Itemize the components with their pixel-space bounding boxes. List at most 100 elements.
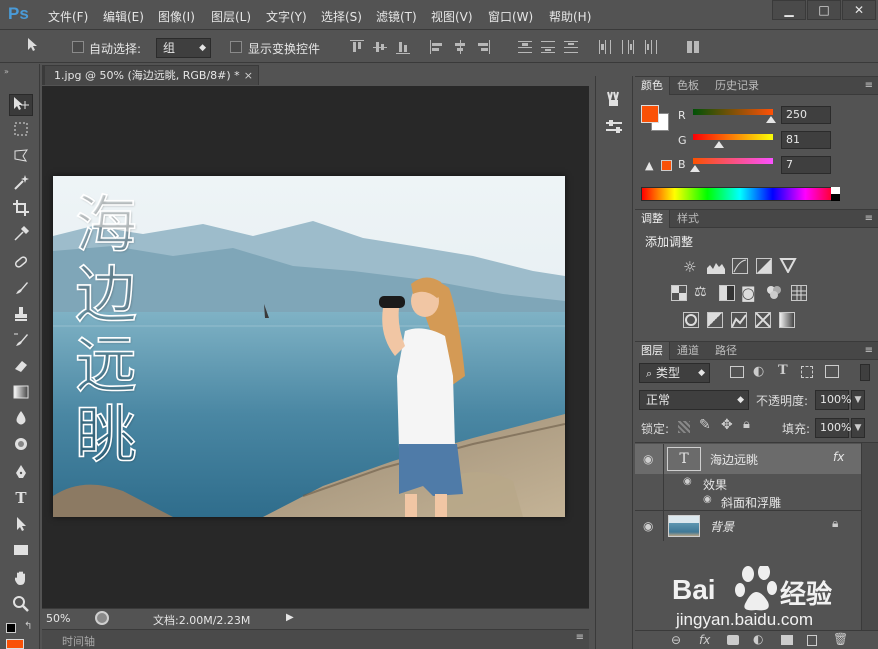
spectrum-black-chip[interactable] [831, 194, 840, 201]
threshold-icon[interactable] [731, 312, 747, 328]
align-right-icon[interactable] [476, 40, 490, 54]
timeline-tab[interactable]: 时间轴 [62, 633, 95, 649]
foreground-color-swatch[interactable] [6, 639, 24, 649]
levels-icon[interactable] [707, 260, 725, 277]
history-panel-icon[interactable] [604, 90, 624, 111]
rectangle-tool-icon[interactable] [9, 541, 33, 563]
channel-b-slider[interactable] [693, 158, 773, 164]
blur-tool-icon[interactable] [9, 409, 33, 431]
distribute-right-icon[interactable] [644, 40, 658, 54]
channel-r-thumb[interactable] [766, 116, 777, 123]
layers-panel-menu-icon[interactable]: ≡ [865, 345, 873, 356]
crop-tool-icon[interactable] [9, 199, 33, 221]
status-menu-arrow-icon[interactable]: ▶ [286, 612, 294, 623]
hand-tool-icon[interactable] [9, 569, 33, 591]
visibility-eye-icon[interactable]: ◉ [643, 452, 653, 466]
vibrance-icon[interactable] [779, 257, 797, 276]
fill-input[interactable]: 100% [815, 418, 851, 438]
bevel-eye-icon[interactable]: ◉ [703, 494, 712, 505]
layer-name-background[interactable]: 背景 [710, 518, 734, 535]
marquee-tool-icon[interactable] [9, 121, 33, 143]
distribute-left-icon[interactable] [598, 40, 612, 54]
filter-adjustment-icon[interactable]: ◐ [753, 364, 764, 379]
menu-type[interactable]: 文字(Y) [266, 8, 307, 25]
channel-g-thumb[interactable] [713, 141, 724, 148]
photo-filter-icon[interactable]: ◙ [741, 284, 756, 302]
close-window-button[interactable]: ✕ [842, 0, 876, 20]
tab-swatches[interactable]: 色板 [671, 77, 705, 95]
channel-b-thumb[interactable] [690, 165, 701, 172]
document-tab[interactable]: 1.jpg @ 50% (海边远眺, RGB/8#) * × [44, 65, 259, 85]
align-left-icon[interactable] [430, 40, 444, 54]
tab-paths[interactable]: 路径 [709, 342, 743, 360]
tab-history[interactable]: 历史记录 [709, 77, 765, 95]
channel-b-value[interactable]: 7 [781, 156, 831, 174]
new-group-icon[interactable] [781, 635, 793, 645]
layer-effect-bevel-row[interactable]: ◉ 斜面和浮雕 [635, 492, 861, 510]
collapse-icon[interactable]: » [4, 67, 9, 76]
adjustments-panel-menu-icon[interactable]: ≡ [865, 213, 873, 224]
align-top-icon[interactable] [350, 40, 364, 54]
auto-select-dropdown[interactable]: 组 ◆ [156, 38, 211, 58]
auto-align-icon[interactable] [686, 40, 700, 54]
distribute-top-icon[interactable] [518, 40, 532, 54]
layer-row-background[interactable]: ◉ 背景 🔒︎ [635, 511, 861, 541]
exposure-icon[interactable] [756, 258, 772, 274]
auto-select-checkbox[interactable] [72, 41, 84, 53]
zoom-level[interactable]: 50% [46, 612, 70, 625]
brush-tool-icon[interactable] [9, 279, 33, 301]
black-white-icon[interactable] [719, 285, 735, 301]
color-panel-menu-icon[interactable]: ≡ [865, 80, 873, 91]
menu-select[interactable]: 选择(S) [321, 8, 362, 25]
tab-adjustments[interactable]: 调整 [635, 210, 670, 228]
dodge-tool-icon[interactable] [9, 435, 33, 457]
posterize-icon[interactable] [707, 312, 723, 328]
layer-row-text[interactable]: ◉ T 海边远眺 fx [635, 444, 861, 474]
layer-effects-row[interactable]: ◉ 效果 [635, 474, 861, 510]
filter-type-icon[interactable]: T [778, 363, 788, 378]
distribute-vcenter-icon[interactable] [541, 40, 555, 54]
maximize-button[interactable]: □ [807, 0, 841, 20]
fill-slider-toggle[interactable]: ▼ [851, 418, 865, 438]
channel-g-value[interactable]: 81 [781, 131, 831, 149]
tab-styles[interactable]: 样式 [671, 210, 705, 228]
invert-icon[interactable] [683, 312, 699, 328]
selective-color-icon[interactable] [755, 312, 771, 328]
minimize-button[interactable]: ▁ [772, 0, 806, 20]
menu-window[interactable]: 窗口(W) [488, 8, 533, 25]
distribute-bottom-icon[interactable] [564, 40, 578, 54]
tab-channels[interactable]: 通道 [671, 342, 705, 360]
color-spectrum-bar[interactable] [641, 187, 839, 201]
healing-brush-tool-icon[interactable] [9, 253, 33, 275]
gamut-warning-icon[interactable]: ▲ [645, 159, 653, 172]
channel-mixer-icon[interactable] [765, 284, 783, 303]
visibility-eye-icon[interactable]: ◉ [643, 519, 653, 533]
history-brush-tool-icon[interactable] [9, 331, 33, 353]
menu-file[interactable]: 文件(F) [48, 8, 88, 25]
lasso-tool-icon[interactable] [9, 147, 33, 169]
color-balance-icon[interactable]: ⚖ [694, 284, 707, 300]
default-colors-icon[interactable] [6, 623, 16, 633]
gradient-tool-icon[interactable] [9, 383, 33, 405]
channel-r-value[interactable]: 250 [781, 106, 831, 124]
gamut-color-chip[interactable] [661, 160, 672, 171]
type-tool-icon[interactable]: T [9, 489, 33, 511]
channel-g-slider[interactable] [693, 134, 773, 140]
menu-image[interactable]: 图像(I) [158, 8, 195, 25]
document-image[interactable]: 海 边 远 眺 [53, 176, 565, 517]
opacity-slider-toggle[interactable]: ▼ [851, 390, 865, 410]
spectrum-white-chip[interactable] [831, 187, 840, 194]
status-info-icon[interactable] [95, 611, 109, 625]
path-selection-tool-icon[interactable] [9, 515, 33, 537]
add-mask-icon[interactable] [727, 635, 739, 645]
layer-name-text[interactable]: 海边远眺 [710, 451, 758, 468]
menu-view[interactable]: 视图(V) [431, 8, 473, 25]
filter-shape-icon[interactable] [801, 366, 813, 378]
align-bottom-icon[interactable] [396, 40, 410, 54]
move-tool-icon[interactable] [9, 94, 33, 116]
gradient-map-icon[interactable] [779, 312, 795, 328]
align-vcenter-icon[interactable] [373, 40, 387, 54]
filter-toggle[interactable] [860, 364, 870, 381]
align-hcenter-icon[interactable] [453, 40, 467, 54]
clone-stamp-tool-icon[interactable] [9, 305, 33, 327]
